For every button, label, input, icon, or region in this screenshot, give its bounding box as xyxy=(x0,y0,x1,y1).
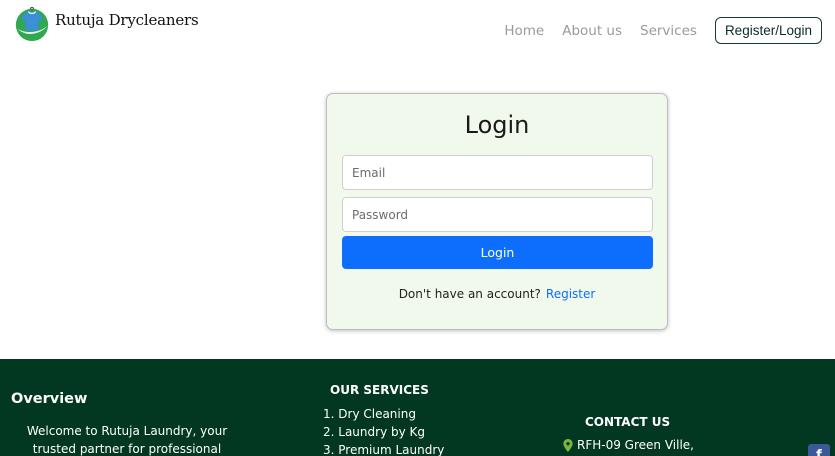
footer-services-title: OUR SERVICES xyxy=(330,383,429,397)
footer-address: RFH-09 Green Ville, xyxy=(563,438,694,452)
facebook-icon[interactable]: f xyxy=(808,444,830,456)
brand[interactable]: Rutuja Drycleaners xyxy=(13,4,199,42)
map-pin-icon xyxy=(563,438,573,452)
main-nav: Home About us Services Register/Login xyxy=(504,17,822,44)
footer-contact-title: CONTACT US xyxy=(585,415,671,429)
service-item: 2. Laundry by Kg xyxy=(323,425,425,439)
address-text: RFH-09 Green Ville, xyxy=(577,438,694,452)
site-footer: Overview Welcome to Rutuja Laundry, your… xyxy=(0,359,835,456)
password-input[interactable] xyxy=(342,197,653,232)
login-title: Login xyxy=(464,111,530,139)
nav-services-link[interactable]: Services xyxy=(640,23,697,39)
email-input[interactable] xyxy=(342,155,653,190)
footer-overview-title: Overview xyxy=(11,391,88,407)
brand-name: Rutuja Drycleaners xyxy=(55,11,199,29)
register-link[interactable]: Register xyxy=(546,287,595,301)
register-prompt: Don't have an account? Register xyxy=(327,287,667,301)
service-item: 1. Dry Cleaning xyxy=(323,407,416,421)
footer-overview-text: Welcome to Rutuja Laundry, your trusted … xyxy=(26,424,228,456)
login-card: Login Login Don't have an account? Regist… xyxy=(326,93,668,330)
laundry-shirt-logo-icon xyxy=(15,6,49,42)
page: Rutuja Drycleaners Home About us Service… xyxy=(0,0,835,456)
nav-home-link[interactable]: Home xyxy=(504,23,544,39)
site-header: Rutuja Drycleaners Home About us Service… xyxy=(0,0,835,60)
footer-services-list: 1. Dry Cleaning 2. Laundry by Kg 3. Prem… xyxy=(323,405,444,456)
no-account-text: Don't have an account? xyxy=(398,287,541,301)
nav-about-link[interactable]: About us xyxy=(562,23,622,39)
login-button[interactable]: Login xyxy=(342,236,653,269)
register-login-button[interactable]: Register/Login xyxy=(714,17,822,44)
service-item: 3. Premium Laundry xyxy=(323,443,445,456)
